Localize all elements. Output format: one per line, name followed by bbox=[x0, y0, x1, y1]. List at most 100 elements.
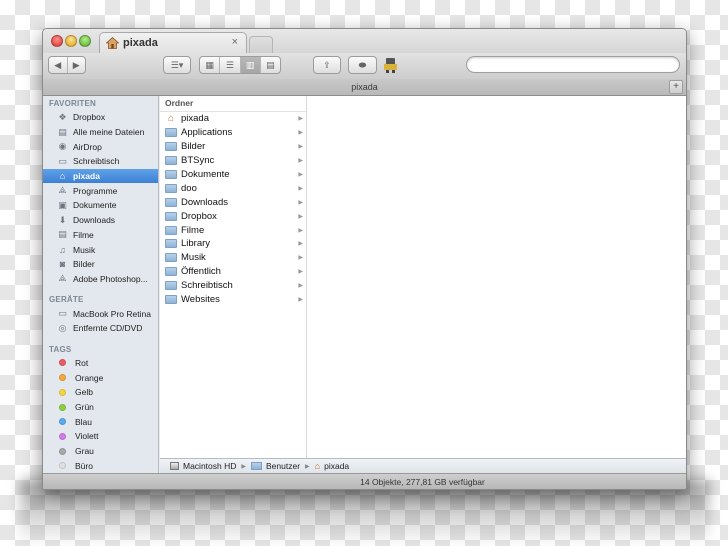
share-button[interactable]: ⇪ bbox=[313, 56, 341, 74]
folder-item-doo[interactable]: doo ▶ bbox=[160, 181, 306, 195]
entfernte-cd-dvd-icon: ◎ bbox=[58, 322, 67, 333]
folder-item-label: Dropbox bbox=[181, 210, 217, 222]
path-item-pixada[interactable]: ⌂ pixada bbox=[315, 461, 350, 471]
tab-title: pixada bbox=[123, 37, 158, 49]
folder-icon bbox=[251, 462, 263, 470]
tag-color-dot-icon bbox=[59, 374, 66, 382]
sidebar-item-entfernte-cd-dvd[interactable]: ◎ Entfernte CD/DVD bbox=[43, 321, 158, 336]
close-tab-icon[interactable]: × bbox=[232, 36, 238, 48]
adobe-photoshop-icon: ⟁ bbox=[58, 273, 67, 284]
sidebar-item-schreibtisch[interactable]: ▭ Schreibtisch bbox=[43, 154, 158, 169]
sidebar-tag-büro[interactable]: Büro bbox=[43, 458, 158, 473]
arrange-button[interactable]: ☰▾ bbox=[163, 56, 191, 74]
sidebar-tag-violett[interactable]: Violett bbox=[43, 429, 158, 444]
sidebar-item-filme[interactable]: ▤ Filme bbox=[43, 228, 158, 243]
folder-item-label: Schreibtisch bbox=[181, 280, 233, 292]
folder-item-dokumente[interactable]: Dokumente ▶ bbox=[160, 168, 306, 182]
sidebar-item-programme[interactable]: ⟁ Programme bbox=[43, 183, 158, 198]
sidebar-item-alle-meine-dateien[interactable]: ▤ Alle meine Dateien bbox=[43, 125, 158, 140]
add-icon[interactable]: + bbox=[669, 80, 683, 94]
back-button[interactable]: ◀ bbox=[49, 57, 68, 73]
empty-column[interactable] bbox=[307, 96, 686, 458]
folder-item-downloads[interactable]: Downloads ▶ bbox=[160, 195, 306, 209]
sidebar-tag-grün[interactable]: Grün bbox=[43, 400, 158, 415]
folder-item-label: BTSync bbox=[181, 155, 215, 167]
folder-item-label: Downloads bbox=[181, 196, 228, 208]
musik-icon: ♫ bbox=[59, 244, 66, 255]
folder-item-library[interactable]: Library ▶ bbox=[160, 237, 306, 251]
disclosure-arrow-icon: ▶ bbox=[298, 199, 303, 206]
tab-pixada[interactable]: pixada × bbox=[99, 32, 247, 53]
coverflow-view-button[interactable]: ▤ bbox=[261, 57, 280, 73]
sidebar-tag-label: Blau bbox=[75, 416, 93, 427]
sidebar-item-label: Downloads bbox=[73, 215, 116, 226]
sidebar-item-macbook-pro-retina[interactable]: ▭ MacBook Pro Retina bbox=[43, 306, 158, 321]
sidebar-item-dropbox[interactable]: ❖ Dropbox bbox=[43, 110, 158, 125]
folder-item-label: Library bbox=[181, 238, 211, 250]
sidebar-item-label: Alle meine Dateien bbox=[73, 127, 145, 138]
path-title-text: pixada bbox=[351, 82, 378, 92]
path-item-macintosh-hd[interactable]: Macintosh HD bbox=[170, 461, 236, 471]
folder-item-label: Musik bbox=[181, 252, 206, 264]
column-view-button[interactable]: ▥ bbox=[240, 57, 261, 73]
toolbar: ◀ ▶ ☰▾ ▦ ☰ ▥ ▤ ⇪ ⬬ ⚲ bbox=[43, 53, 686, 79]
folder-item-musik[interactable]: Musik ▶ bbox=[160, 251, 306, 265]
folder-item-websites[interactable]: Websites ▶ bbox=[160, 293, 306, 307]
sidebar-item-adobe-photoshop[interactable]: ⟁ Adobe Photoshop... bbox=[43, 272, 158, 287]
sidebar-tag-rot[interactable]: Rot bbox=[43, 356, 158, 371]
status-bar: 14 Objekte, 277,81 GB verfügbar bbox=[43, 473, 686, 489]
folder-item-applications[interactable]: Applications ▶ bbox=[160, 126, 306, 140]
folder-item-pixada[interactable]: ⌂ pixada ▶ bbox=[160, 112, 306, 126]
folder-item-filme[interactable]: Filme ▶ bbox=[160, 223, 306, 237]
sidebar-item-label: Bilder bbox=[73, 259, 95, 270]
path-separator-icon: ▶ bbox=[241, 463, 247, 470]
sidebar-item-label: pixada bbox=[73, 171, 100, 182]
airdrop-icon: ◉ bbox=[58, 141, 67, 152]
folder-icon bbox=[165, 142, 177, 152]
sidebar-item-dokumente[interactable]: ▣ Dokumente bbox=[43, 198, 158, 213]
folder-icon bbox=[165, 225, 177, 235]
disclosure-arrow-icon: ▶ bbox=[298, 283, 303, 290]
search-input[interactable] bbox=[466, 56, 680, 73]
sidebar-item-label: Dokumente bbox=[73, 200, 117, 211]
sidebar-item-airdrop[interactable]: ◉ AirDrop bbox=[43, 139, 158, 154]
sidebar-tag-label: Rot bbox=[75, 357, 89, 368]
zoom-window-button[interactable] bbox=[79, 35, 91, 47]
path-item-benutzer[interactable]: Benutzer bbox=[251, 461, 300, 471]
sidebar-tag-gelb[interactable]: Gelb bbox=[43, 385, 158, 400]
sidebar-tag-grau[interactable]: Grau bbox=[43, 444, 158, 459]
sidebar-item-label: Entfernte CD/DVD bbox=[73, 323, 143, 334]
folder-icon bbox=[165, 170, 177, 179]
new-tab-button[interactable] bbox=[249, 36, 273, 53]
tags-button[interactable]: ⬬ bbox=[348, 56, 377, 74]
sidebar-tag-label: Grün bbox=[75, 402, 94, 413]
sidebar-item-bilder[interactable]: ◙ Bilder bbox=[43, 257, 158, 272]
sidebar-item-pixada[interactable]: ⌂ pixada bbox=[43, 168, 158, 184]
list-view-button[interactable]: ☰ bbox=[220, 57, 241, 73]
app-shortcut-icon[interactable] bbox=[383, 56, 398, 74]
forward-button[interactable]: ▶ bbox=[68, 57, 86, 73]
close-window-button[interactable] bbox=[51, 35, 63, 47]
icon-view-button[interactable]: ▦ bbox=[200, 57, 221, 73]
bilder-icon: ◙ bbox=[59, 259, 66, 270]
disclosure-arrow-icon: ▶ bbox=[298, 185, 303, 192]
folder-item-label: Bilder bbox=[181, 141, 206, 153]
sidebar-item-label: Schreibtisch bbox=[73, 156, 120, 167]
folder-item-label: Öffentlich bbox=[181, 266, 221, 278]
folder-item-dropbox[interactable]: Dropbox ▶ bbox=[160, 209, 306, 223]
sidebar-item-musik[interactable]: ♫ Musik bbox=[43, 242, 158, 257]
path-item-label: Benutzer bbox=[266, 461, 301, 471]
sidebar-item-downloads[interactable]: ⬇ Downloads bbox=[43, 213, 158, 228]
tag-color-dot-icon bbox=[59, 432, 66, 440]
folder-item-öffentlich[interactable]: Öffentlich ▶ bbox=[160, 265, 306, 279]
back-forward-control: ◀ ▶ bbox=[48, 56, 86, 74]
folder-item-label: Applications bbox=[181, 127, 233, 139]
folder-item-bilder[interactable]: Bilder ▶ bbox=[160, 140, 306, 154]
folder-item-btsync[interactable]: BTSync ▶ bbox=[160, 154, 306, 168]
folder-icon bbox=[165, 211, 177, 221]
folder-item-schreibtisch[interactable]: Schreibtisch ▶ bbox=[160, 279, 306, 293]
minimize-window-button[interactable] bbox=[65, 35, 77, 47]
sidebar-tag-blau[interactable]: Blau bbox=[43, 414, 158, 429]
disclosure-arrow-icon: ▶ bbox=[298, 172, 303, 178]
sidebar-tag-orange[interactable]: Orange bbox=[43, 370, 158, 385]
